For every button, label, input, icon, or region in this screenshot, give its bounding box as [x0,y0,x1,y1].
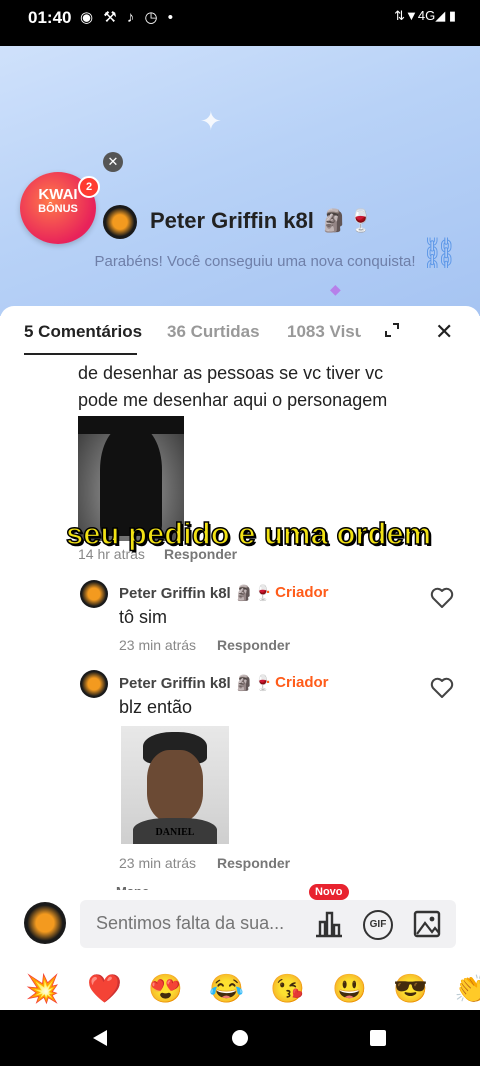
back-icon[interactable] [90,1028,110,1048]
tab-underline [24,353,137,355]
reply-text: tô sim [119,607,168,627]
comment-text: pode me desenhar aqui o personagem [78,390,388,410]
expand-icon[interactable] [385,323,399,337]
emoji-tears-joy[interactable]: 😂 [209,972,244,1005]
emoji-clap[interactable]: 👏 [454,972,480,1005]
reply-text: blz então [119,697,193,717]
creator-badge: · Criador [266,674,329,691]
emoji-burst[interactable]: 💥 [25,972,60,1005]
panel-tabs: 5 Comentários 36 Curtidas 1083 Visu ✕ [0,306,480,358]
reply-time: 23 min atrás [119,855,197,871]
reply-time: 23 min atrás [119,637,197,653]
reply-image[interactable]: DANIEL [121,726,229,844]
emoji-kiss[interactable]: 😘 [270,972,305,1005]
close-icon[interactable]: ✕ [435,319,453,345]
recents-icon[interactable] [369,1029,387,1047]
home-icon[interactable] [230,1028,250,1048]
emoji-sunglasses[interactable]: 😎 [393,972,428,1005]
kwai-bonus-button[interactable]: KWAI BÔNUS 2 [20,172,100,244]
emoji-quick-bar: 💥 ❤️ 😍 😂 😘 😃 😎 👏 [0,968,480,1008]
like-heart-icon[interactable] [430,677,454,699]
emoji-heart[interactable]: ❤️ [87,972,122,1005]
comment-input-box[interactable]: GIF [80,900,456,948]
emoji-heart-eyes[interactable]: 😍 [148,972,183,1005]
reply-button[interactable]: Responder [217,637,290,653]
status-time: 01:40 [28,8,72,27]
new-badge: Novo [309,884,349,900]
like-heart-icon[interactable] [430,587,454,609]
avatar [103,205,137,239]
achievement-user-name: Peter Griffin k8l 🗿🍷 [150,208,375,233]
image-picker-icon[interactable] [413,910,441,938]
reply-username[interactable]: Peter Griffin k8l 🗿🍷 [119,584,272,602]
achievement-message: Parabéns! Você conseguiu uma nova conqui… [94,253,416,270]
video-subtitle: seu pedido e uma ordem [65,515,432,552]
emoji-smile[interactable]: 😃 [332,972,367,1005]
tab-views[interactable]: 1083 Visu [287,322,361,342]
notification-badge: 2 [78,176,100,198]
reply-button[interactable]: Responder [217,855,290,871]
system-icons: ⇅▼4G◢ ▮ [394,8,456,23]
bonus-label: BÔNUS [38,203,78,215]
avatar[interactable] [80,580,108,608]
image-caption: DANIEL [155,827,195,838]
reply-username[interactable]: Peter Griffin k8l 🗿🍷 [119,674,272,692]
creator-badge: · Criador [266,584,329,601]
sparkle-icon: ✦ [200,106,222,136]
notification-icons: ◉ ⚒ ♪ ◷ • [80,9,177,26]
comment-composer: GIF Novo 💥 ❤️ 😍 😂 😘 😃 😎 👏 [0,884,480,1010]
my-avatar [24,902,66,944]
gif-button[interactable]: GIF [363,910,393,940]
comment-input[interactable] [94,912,298,935]
system-nav-bar [0,1010,480,1066]
sparkle-icon: ◆ [330,281,341,297]
status-bar: 01:40 ◉ ⚒ ♪ ◷ • ⇅▼4G◢ ▮ [0,0,480,46]
comment-text: de desenhar as pessoas se vc tiver vc [78,363,384,383]
avatar[interactable] [80,670,108,698]
close-banner-button[interactable]: ✕ [103,152,123,172]
tab-comments[interactable]: 5 Comentários [24,322,142,342]
poll-icon[interactable] [314,910,344,938]
tab-likes[interactable]: 36 Curtidas [167,322,260,342]
